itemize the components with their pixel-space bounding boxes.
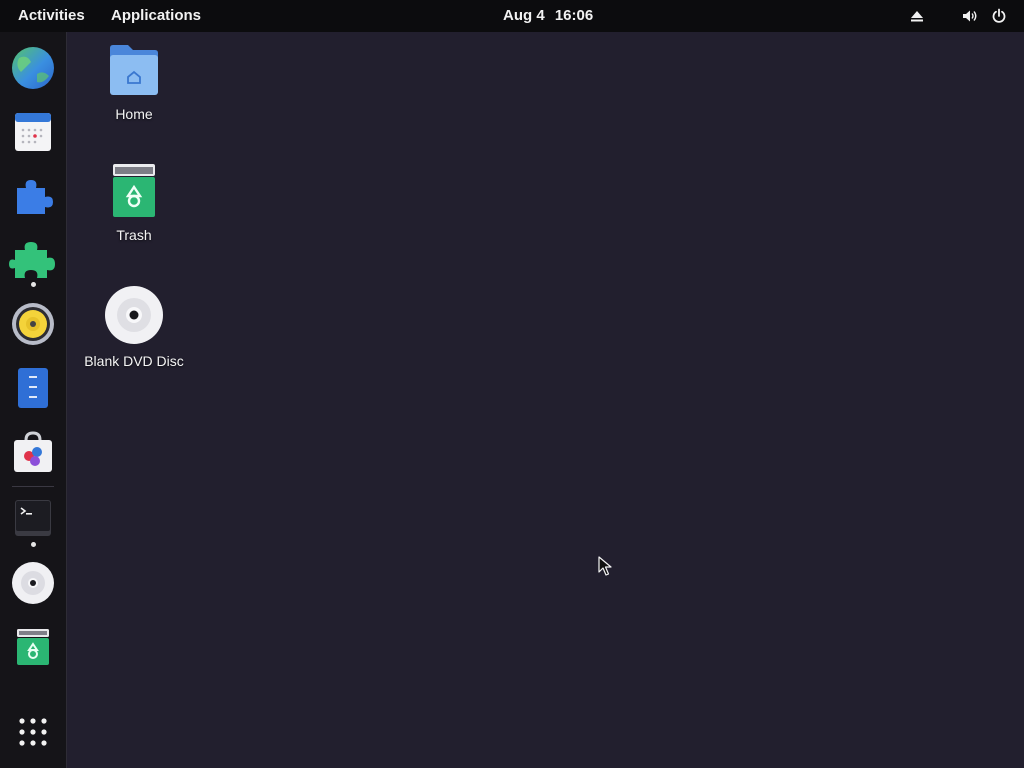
desktop-icon-blank-dvd[interactable]: Blank DVD Disc (79, 285, 189, 369)
dash-calendar[interactable] (9, 108, 57, 156)
globe-icon (12, 47, 54, 89)
terminal-icon (15, 500, 51, 536)
clock-time: 16:06 (554, 7, 594, 24)
running-indicator (31, 542, 36, 547)
clock[interactable]: Aug 4 16:06 (500, 0, 594, 32)
dash-extension-manager[interactable] (9, 236, 57, 284)
home-folder-icon (110, 45, 158, 95)
clock-date: Aug 4 (503, 7, 545, 24)
speaker-icon (12, 303, 54, 345)
dvd-icon (12, 562, 54, 604)
desktop-icon-label: Blank DVD Disc (84, 353, 184, 369)
dvd-disc-icon (105, 286, 163, 344)
desktop-icon-label: Home (115, 106, 153, 122)
dash-disc[interactable] (9, 559, 57, 607)
mouse-cursor-icon (598, 556, 612, 576)
desktop-icon-home[interactable]: Home (79, 42, 189, 122)
puzzle-blue-icon (17, 180, 53, 214)
trash-icon (113, 164, 155, 217)
dash-web-browser[interactable] (9, 44, 57, 92)
puzzle-green-icon (9, 242, 55, 278)
trash-icon (17, 629, 49, 665)
shopping-bag-icon (14, 431, 52, 472)
dash-software[interactable] (9, 428, 57, 476)
running-indicator (31, 282, 36, 287)
show-apps-button[interactable] (9, 708, 57, 756)
dash-text-editor[interactable] (9, 364, 57, 412)
activities-button[interactable]: Activities (18, 0, 85, 32)
dash-audio-player[interactable] (9, 300, 57, 348)
calendar-icon (15, 113, 51, 151)
volume-icon[interactable] (962, 8, 978, 24)
dash-separator (12, 486, 54, 487)
eject-icon[interactable] (909, 8, 925, 24)
document-icon (18, 368, 48, 408)
dash (0, 32, 67, 768)
dash-extensions[interactable] (9, 172, 57, 220)
top-bar: Activities Applications Aug 4 16:06 (0, 0, 1024, 32)
power-icon[interactable] (991, 8, 1007, 24)
desktop-icon-trash[interactable]: Trash (79, 163, 189, 243)
app-grid-icon (19, 718, 47, 746)
dash-trash[interactable] (9, 623, 57, 671)
dash-terminal[interactable] (9, 494, 57, 542)
desktop-icon-label: Trash (116, 227, 152, 243)
applications-menu[interactable]: Applications (111, 0, 201, 32)
